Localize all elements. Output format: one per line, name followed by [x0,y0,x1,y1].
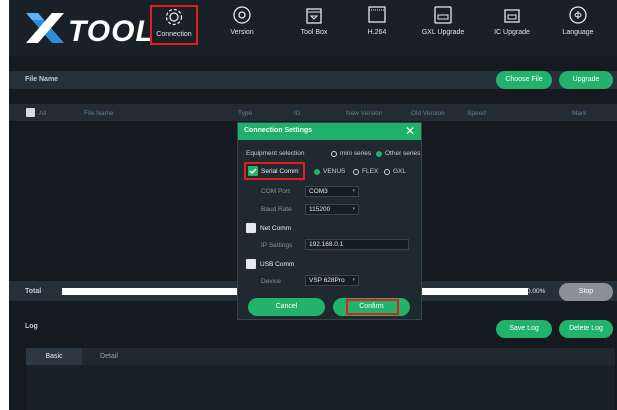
nav-language-label: Language [562,29,594,36]
ip-settings-value: 192.168.0.1 [309,241,344,248]
radio-venus[interactable] [314,169,320,175]
logo-text: TOOL [68,15,155,48]
nav-gxl-upgrade-label: GXL Upgrade [421,29,465,36]
nav-ic-upgrade[interactable]: IC Upgrade [489,5,535,45]
upgrade-button[interactable]: Upgrade [559,71,613,89]
serial-comm-label: Serial Comm [261,168,299,175]
col-type: Type [238,110,253,117]
dialog-header: Connection Settings ✕ [238,123,421,140]
device-icon [434,6,452,24]
other-series-label: Other series [385,150,421,157]
baud-rate-value: 115200 [309,206,331,213]
nav-toolbox-label: Tool Box [300,29,328,36]
file-name-label: File Name [25,76,59,83]
nav-ic-upgrade-label: IC Upgrade [494,29,530,36]
choose-file-button[interactable]: Choose File [496,71,552,89]
tab-basic[interactable]: Basic [26,348,82,365]
serial-comm-checkbox[interactable] [248,166,258,176]
nav-gxl-upgrade[interactable]: GXL Upgrade [415,5,471,45]
confirm-highlight [346,299,399,315]
nav-h264[interactable]: H.264 [360,5,394,45]
at-sign-icon [233,6,251,24]
log-label: Log [25,323,38,330]
col-new-version: New Version [346,110,383,117]
nav-version-label: Version [230,29,254,36]
gxl-label: GXL [393,168,407,175]
gear-icon [165,8,183,26]
x-logo-icon [26,13,64,43]
chevron-down-icon: ▾ [352,188,355,194]
total-label: Total [25,288,42,295]
mini-series-label: mini series [340,150,372,157]
col-mark: Mark [572,110,587,117]
baud-rate-label: Baud Rate [261,206,292,213]
radio-mini-series[interactable] [331,151,337,157]
log-tabs: Basic Detail [26,348,615,365]
device-label: Device [261,278,281,285]
delete-log-button[interactable]: Delete Log [559,320,613,338]
xtool-logo: TOOL [24,9,154,48]
ip-settings-label: IP Settings [261,242,293,249]
chip-icon [368,6,386,23]
net-comm-checkbox[interactable] [246,223,256,233]
nav-language[interactable]: Language [558,5,598,45]
chevron-down-icon: ▾ [352,277,355,283]
net-comm-label: Net Comm [260,225,292,232]
col-id: ID [294,110,301,117]
device-select[interactable]: VSP 628Pro ▾ [305,275,359,286]
cancel-button[interactable]: Cancel [248,298,325,316]
close-icon[interactable]: ✕ [405,124,415,138]
nav-h264-label: H.264 [367,29,387,36]
connection-settings-dialog: Connection Settings ✕ Equipment selectio… [237,122,422,320]
card-icon [504,9,520,23]
device-value: VSP 628Pro [309,277,345,284]
globe-icon [569,6,587,24]
tab-detail[interactable]: Detail [84,348,134,365]
log-content-area [26,365,615,410]
usb-comm-label: USB Comm [260,261,295,268]
chevron-down-icon: ▾ [352,206,355,212]
checkmark-icon [249,168,257,174]
nav-connection[interactable]: Connection [150,5,198,45]
nav-toolbox[interactable]: Tool Box [293,5,335,45]
radio-flex[interactable] [353,169,359,175]
usb-comm-checkbox[interactable] [246,259,256,269]
top-toolbar: TOOL Connection Version Tool Box H.264 G… [9,0,617,56]
radio-gxl[interactable] [384,169,390,175]
equipment-selection-label: Equipment selection [246,150,305,157]
col-speed: Speed [467,110,486,117]
com-port-value: COM3 [309,188,328,195]
com-port-select[interactable]: COM3 ▾ [305,186,359,197]
nav-connection-label: Connection [156,31,192,38]
col-file-name: File Name [84,110,114,117]
ip-settings-input[interactable]: 192.168.0.1 [305,239,409,250]
select-all-checkbox[interactable] [26,108,35,117]
stop-button[interactable]: Stop [559,283,613,301]
dialog-title: Connection Settings [244,127,313,134]
com-port-label: COM Port [261,188,290,195]
radio-other-series[interactable] [376,151,382,157]
col-old-version: Old Version [411,110,445,117]
flex-label: FLEX [362,168,379,175]
total-percent: 0.00% [527,288,546,295]
baud-rate-select[interactable]: 115200 ▾ [305,204,359,215]
venus-label: VENUS [323,168,346,175]
all-label: All [39,110,47,117]
app-window: TOOL Connection Version Tool Box H.264 G… [9,0,617,410]
save-log-button[interactable]: Save Log [496,320,552,338]
toolbox-icon [306,8,322,24]
nav-version[interactable]: Version [222,5,262,45]
